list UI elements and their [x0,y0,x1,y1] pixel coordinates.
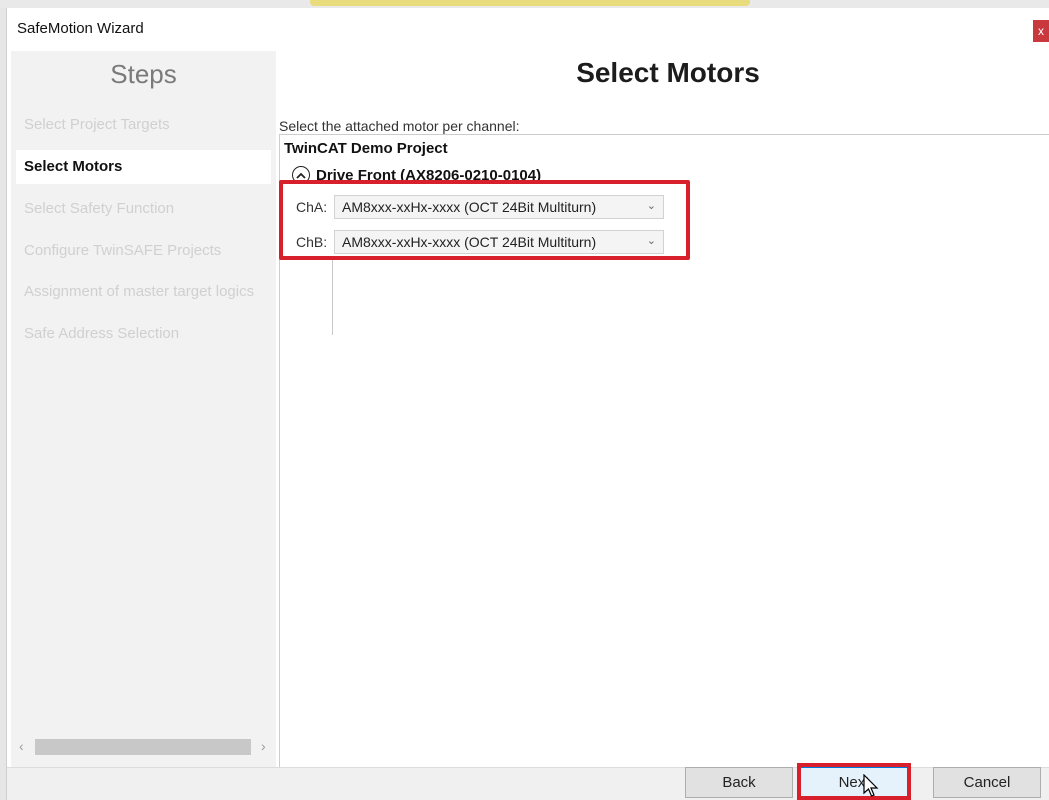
channel-a-motor-select[interactable]: AM8xxx-xxHx-xxxx (OCT 24Bit Multiturn) ⌄ [334,195,664,219]
channel-a-label: ChA: [296,199,328,215]
cancel-button[interactable]: Cancel [933,767,1041,798]
drive-node: Drive Front (AX8206-0210-0104) [292,164,541,186]
chevron-down-icon: ⌄ [646,235,656,247]
scroll-left-icon[interactable]: ‹ [19,738,24,754]
close-button[interactable]: x [1033,20,1049,42]
project-node: TwinCAT Demo Project [284,140,448,157]
wizard-window: SafeMotion Wizard x Steps Select Project… [6,8,1049,800]
scroll-right-icon[interactable]: › [261,738,266,754]
main-panel: Select Motors Select the attached motor … [277,51,1049,767]
channel-b-selected-value: AM8xxx-xxHx-xxxx (OCT 24Bit Multiturn) [342,234,597,250]
chevron-down-icon: ⌄ [646,200,656,212]
desktop-top-strip [0,0,1049,8]
motor-tree: TwinCAT Demo Project Drive Front (AX8206… [279,134,1049,767]
step-configure-twinsafe-projects[interactable]: Configure TwinSAFE Projects [16,234,271,268]
step-safe-address-selection[interactable]: Safe Address Selection [16,317,271,351]
channel-a-row: ChA: AM8xxx-xxHx-xxxx (OCT 24Bit Multitu… [296,194,664,220]
instruction-text: Select the attached motor per channel: [279,118,520,134]
drive-label: Drive Front (AX8206-0210-0104) [316,166,542,184]
window-title: SafeMotion Wizard [17,20,144,37]
channel-b-label: ChB: [296,234,328,250]
channel-a-selected-value: AM8xxx-xxHx-xxxx (OCT 24Bit Multiturn) [342,199,597,215]
sidebar-horizontal-scrollbar[interactable]: ‹ › [11,736,276,758]
channel-b-motor-select[interactable]: AM8xxx-xxHx-xxxx (OCT 24Bit Multiturn) ⌄ [334,230,664,254]
page-title: Select Motors [576,57,760,88]
steps-sidebar: Steps Select Project Targets Select Moto… [11,51,276,767]
background-window-edge [310,0,750,6]
back-button[interactable]: Back [685,767,793,798]
step-select-project-targets[interactable]: Select Project Targets [16,108,271,142]
next-button[interactable]: Next [800,767,908,798]
step-select-safety-function[interactable]: Select Safety Function [16,192,271,226]
step-assignment-master-target-logics[interactable]: Assignment of master target logics [16,275,271,309]
scrollbar-thumb[interactable] [35,739,251,755]
channel-b-row: ChB: AM8xxx-xxHx-xxxx (OCT 24Bit Multitu… [296,229,664,255]
tree-connector-line [332,260,333,335]
steps-title: Steps [110,59,177,89]
chevron-up-circle-icon[interactable] [292,166,310,184]
step-select-motors[interactable]: Select Motors [16,150,271,184]
